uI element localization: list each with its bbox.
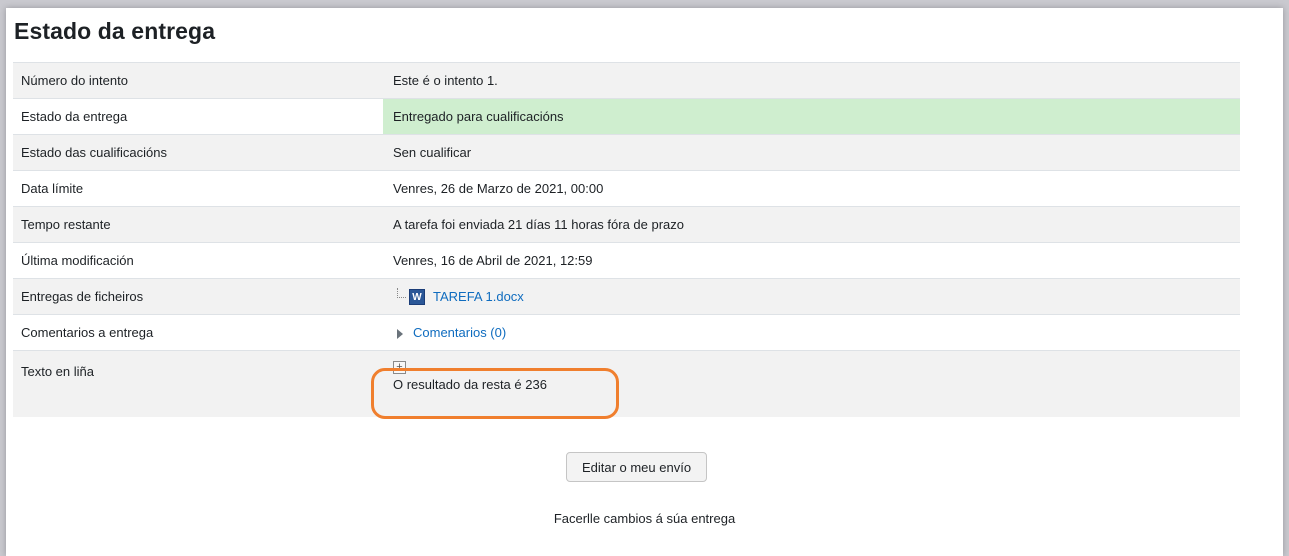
table-row: Número do intento Este é o intento 1.	[13, 62, 1240, 99]
table-row: Comentarios a entrega Comentarios (0)	[13, 314, 1240, 351]
edit-hint-text: Facerlle cambios á súa entrega	[553, 511, 736, 526]
row-label-file-submissions: Entregas de ficheiros	[13, 278, 383, 315]
table-row: Última modificación Venres, 16 de Abril …	[13, 242, 1240, 279]
row-value-last-modified: Venres, 16 de Abril de 2021, 12:59	[383, 242, 1240, 279]
file-tree: W TAREFA 1.docx	[397, 287, 524, 305]
table-row: Data límite Venres, 26 de Marzo de 2021,…	[13, 170, 1240, 207]
table-row: Tempo restante A tarefa foi enviada 21 d…	[13, 206, 1240, 243]
expand-plus-icon[interactable]: +	[393, 361, 406, 374]
table-row: Estado da entrega Entregado para cualifi…	[13, 98, 1240, 135]
row-value-submission-comments: Comentarios (0)	[383, 314, 1240, 351]
submission-status-table: Número do intento Este é o intento 1. Es…	[13, 62, 1240, 417]
row-value-online-text: + O resultado da resta é 236	[383, 350, 1240, 417]
online-text-content: O resultado da resta é 236	[393, 377, 547, 392]
word-icon: W	[409, 288, 425, 305]
tree-connector	[397, 287, 406, 298]
row-value-file-submissions: W TAREFA 1.docx	[383, 278, 1240, 315]
table-row: Estado das cualificacións Sen cualificar	[13, 134, 1240, 171]
page-title: Estado da entrega	[14, 18, 216, 44]
row-value-attempt: Este é o intento 1.	[383, 62, 1240, 99]
table-row: Entregas de ficheiros W TAREFA 1.docx	[13, 278, 1240, 315]
row-label-last-modified: Última modificación	[13, 242, 383, 279]
comments-link[interactable]: Comentarios (0)	[413, 325, 506, 340]
row-label-submission-comments: Comentarios a entrega	[13, 314, 383, 351]
row-label-submission-status: Estado da entrega	[13, 98, 383, 135]
row-label-time-remaining: Tempo restante	[13, 206, 383, 243]
row-value-time-remaining: A tarefa foi enviada 21 días 11 horas fó…	[383, 206, 1240, 243]
row-label-grading-status: Estado das cualificacións	[13, 134, 383, 171]
file-link[interactable]: TAREFA 1.docx	[433, 289, 524, 304]
table-row: Texto en liña + O resultado da resta é 2…	[13, 350, 1240, 417]
row-label-due-date: Data límite	[13, 170, 383, 207]
expand-caret-icon[interactable]	[397, 328, 403, 339]
row-value-grading-status: Sen cualificar	[383, 134, 1240, 171]
row-label-attempt: Número do intento	[13, 62, 383, 99]
edit-submission-button[interactable]: Editar o meu envío	[566, 452, 707, 482]
row-value-due-date: Venres, 26 de Marzo de 2021, 00:00	[383, 170, 1240, 207]
row-label-online-text: Texto en liña	[13, 350, 383, 417]
row-value-submission-status: Entregado para cualificacións	[383, 98, 1240, 135]
